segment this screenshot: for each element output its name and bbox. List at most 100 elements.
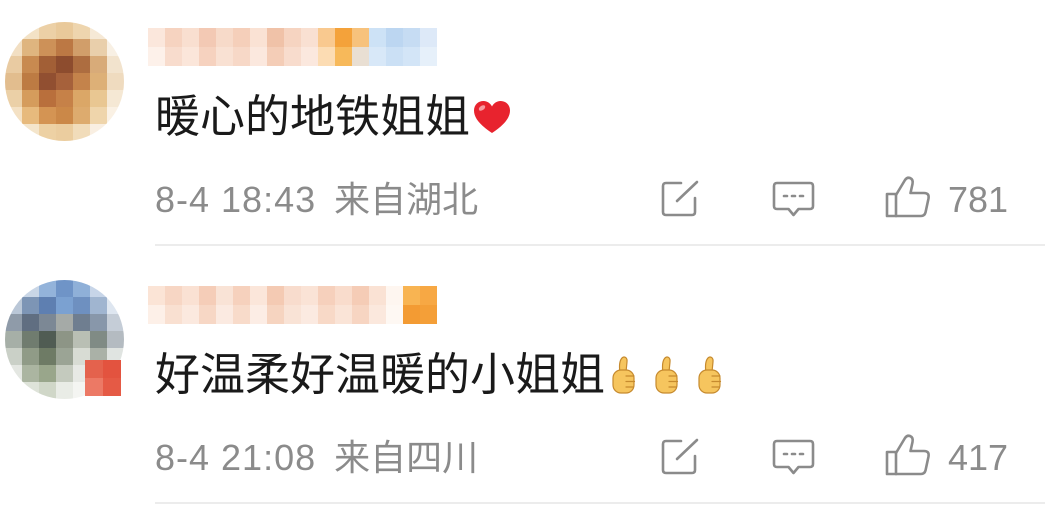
comment-item: 暖心的地铁姐姐 8-4 18:43 来自湖北 781 (0, 0, 1050, 247)
mosaic-block (233, 286, 250, 305)
mosaic-block (107, 314, 124, 331)
mosaic-block (39, 107, 56, 124)
mosaic-block (73, 73, 90, 90)
mosaic-block (386, 305, 403, 324)
mosaic-block (39, 90, 56, 107)
mosaic-block (22, 280, 39, 297)
mosaic-block (90, 22, 107, 39)
like-count[interactable]: 781 (948, 182, 1008, 218)
mosaic-block (403, 47, 420, 66)
username-mosaic[interactable] (148, 286, 437, 324)
mosaic-block (5, 365, 22, 382)
mosaic-block (199, 47, 216, 66)
mosaic-block (335, 47, 352, 66)
mosaic-block (233, 28, 250, 47)
mosaic-block (90, 73, 107, 90)
mosaic-block (182, 286, 199, 305)
mosaic-block (107, 124, 124, 141)
mosaic-block (284, 47, 301, 66)
mosaic-block (22, 348, 39, 365)
mosaic-block (335, 28, 352, 47)
mosaic-block (107, 107, 124, 124)
mosaic-block (5, 348, 22, 365)
username-mosaic[interactable] (148, 28, 437, 66)
thumbs-up-emoji (698, 356, 722, 394)
like-icon[interactable] (884, 433, 932, 477)
mosaic-block (148, 286, 165, 305)
mosaic-block (369, 305, 386, 324)
mosaic-block (335, 305, 352, 324)
share-icon[interactable] (660, 180, 701, 218)
mosaic-block (22, 90, 39, 107)
mosaic-block (85, 378, 103, 396)
mosaic-block (199, 286, 216, 305)
mosaic-block (90, 56, 107, 73)
mosaic-block (216, 286, 233, 305)
mosaic-block (56, 280, 73, 297)
divider (155, 244, 1045, 246)
mosaic-block (73, 124, 90, 141)
mosaic-block (22, 107, 39, 124)
like-button[interactable]: 781 (884, 175, 1014, 219)
comment-content: 好温柔好温暖的小姐姐 (155, 351, 727, 399)
comment-button[interactable] (772, 180, 815, 218)
mosaic-block (56, 90, 73, 107)
mosaic-block (335, 286, 352, 305)
mosaic-block (182, 47, 199, 66)
mosaic-block (216, 28, 233, 47)
comment-icon[interactable] (772, 438, 815, 476)
divider (155, 502, 1045, 504)
share-button[interactable] (660, 438, 701, 476)
mosaic-block (301, 47, 318, 66)
mosaic-block (148, 28, 165, 47)
mosaic-block (56, 365, 73, 382)
comment-time: 8-4 18:43 (155, 179, 317, 220)
like-button[interactable]: 417 (884, 433, 1014, 477)
mosaic-block (5, 39, 22, 56)
mosaic-block (165, 47, 182, 66)
avatar[interactable] (5, 280, 124, 399)
mosaic-block (56, 314, 73, 331)
mosaic-block (22, 365, 39, 382)
thumbs-up-emoji (655, 356, 679, 394)
mosaic-block (39, 365, 56, 382)
mosaic-block (90, 90, 107, 107)
avatar[interactable] (5, 22, 124, 141)
mosaic-block (22, 297, 39, 314)
mosaic-block (56, 124, 73, 141)
mosaic-block (165, 28, 182, 47)
mosaic-block (107, 56, 124, 73)
share-button[interactable] (660, 180, 701, 218)
like-count[interactable]: 417 (948, 440, 1008, 476)
mosaic-block (216, 305, 233, 324)
mosaic-block (267, 28, 284, 47)
comment-location: 来自四川 (334, 437, 479, 478)
mosaic-block (386, 286, 403, 305)
comment-icon[interactable] (772, 180, 815, 218)
mosaic-block (107, 297, 124, 314)
share-icon[interactable] (660, 438, 701, 476)
mosaic-block (90, 39, 107, 56)
comment-location: 来自湖北 (334, 179, 479, 220)
mosaic-block (56, 348, 73, 365)
like-icon[interactable] (884, 175, 932, 219)
mosaic-block (5, 314, 22, 331)
mosaic-block (5, 56, 22, 73)
comment-button[interactable] (772, 438, 815, 476)
avatar-badge (85, 360, 121, 396)
mosaic-block (22, 39, 39, 56)
mosaic-block (5, 73, 22, 90)
thumbs-up-emoji (612, 356, 636, 394)
mosaic-block (5, 331, 22, 348)
avatar-mosaic (5, 22, 124, 141)
comment-text: 好温柔好温暖的小姐姐 (155, 349, 606, 400)
mosaic-block (5, 124, 22, 141)
mosaic-block (5, 22, 22, 39)
mosaic-block (73, 314, 90, 331)
comment-meta: 8-4 18:43 来自湖北 (155, 182, 478, 218)
mosaic-block (73, 90, 90, 107)
mosaic-block (73, 331, 90, 348)
mosaic-block (369, 47, 386, 66)
mosaic-block (107, 39, 124, 56)
mosaic-block (369, 286, 386, 305)
